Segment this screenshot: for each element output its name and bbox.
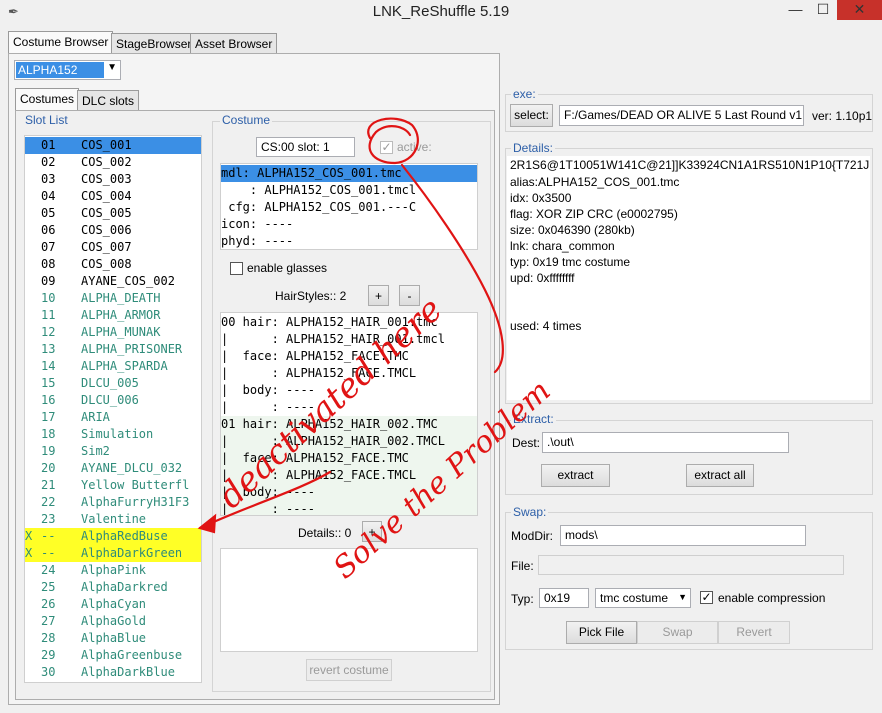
- annotation-solve-the-problem: Solve the Problem: [327, 373, 558, 585]
- annotation-overlay: deactivated here Solve the Problem: [197, 117, 558, 586]
- annotation-arrowhead: [197, 513, 217, 534]
- annotation-circle: [367, 117, 419, 165]
